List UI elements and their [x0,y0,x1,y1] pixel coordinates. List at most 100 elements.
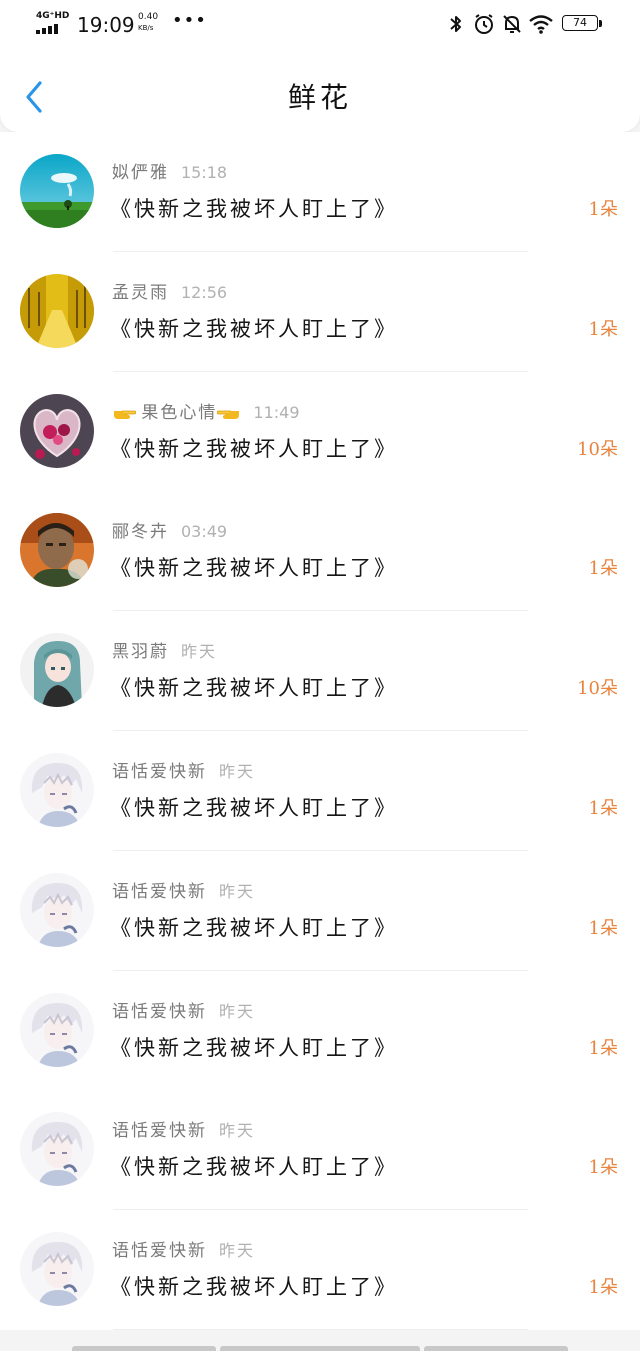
avatar[interactable] [20,393,94,468]
avatar[interactable] [20,154,94,228]
avatar-image [20,1232,94,1307]
avatar[interactable] [20,872,94,947]
flower-count: 1朵 [588,798,618,819]
alarm-clock-icon [475,14,493,34]
network-type-label: 4G⁺HD [36,11,70,21]
sender-meta: 语恬爱快新 昨天 [112,881,255,905]
signal-bars-icon [36,24,58,34]
sent-time: 昨天 [219,762,256,781]
sent-time: 昨天 [219,881,256,901]
battery-cap [599,20,602,27]
sender-name: 语恬爱快新 [112,1121,207,1142]
avatar[interactable] [20,1112,94,1187]
book-title: 《快新之我被坏人盯上了》 [110,1275,398,1300]
sent-time: 12:56 [181,282,228,302]
list-item[interactable]: 郦冬卉 03:49 《快新之我被坏人盯上了》 1朵 [0,491,640,612]
avatar-image [20,992,94,1067]
flower-count: 10朵 [577,438,618,460]
flower-count: 1朵 [588,1037,618,1059]
list-item[interactable]: 语恬爱快新 昨天 《快新之我被坏人盯上了》 1朵 [0,970,640,1091]
avatar-image [20,154,94,228]
sender-name: 语恬爱快新 [112,881,207,902]
sent-time: 昨天 [181,642,218,662]
wifi-icon [529,15,553,34]
avatar-image [20,1112,94,1187]
sender-meta: 郦冬卉 03:49 [112,521,227,545]
network-speed: 0.40 KB/s [138,12,168,34]
row-divider [113,1329,528,1331]
page-title: 鲜花 [287,81,352,114]
sender-meta: 黑羽蔚 昨天 [112,641,217,665]
flower-record-list: 姒俨雅 15:18 《快新之我被坏人盯上了》 1朵 孟灵雨 12:56 《快新之我被坏人盯上… [0,132,640,1351]
avatar[interactable] [20,513,94,588]
avatar[interactable] [20,1232,94,1307]
pointing-hand-emoji [217,403,241,423]
sent-time: 03:49 [181,522,228,542]
avatar-image [20,393,94,468]
flower-count: 10朵 [577,678,618,700]
list-item[interactable]: 语恬爱快新 昨天《快新之我被坏人盯上了》 1朵 [0,731,640,851]
sent-time: 15:18 [181,163,228,182]
sender-meta: 姒俨雅 15:18 [112,162,227,186]
network-speed-value: 0.40 [138,12,159,22]
list-item[interactable]: 黑羽蔚 昨天《快新之我被坏人盯上了》 10朵 [0,611,640,732]
flower-count: 1朵 [588,1277,618,1299]
home-indicator-center [220,1346,420,1351]
sent-time: 昨天 [219,1001,256,1021]
book-title: 《快新之我被坏人盯上了》 [110,556,398,581]
avatar[interactable] [20,633,94,708]
sender-name: 语恬爱快新 [112,1241,207,1262]
sender-meta: 语恬爱快新 昨天 [112,1240,255,1264]
avatar[interactable] [20,273,94,348]
avatar[interactable] [20,753,94,827]
book-title: 《快新之我被坏人盯上了》 [110,676,398,701]
sender-meta: 孟灵雨 12:56 [112,282,227,306]
book-title: 《快新之我被坏人盯上了》 [110,197,398,221]
bell-muted-icon [503,15,521,33]
list-item[interactable]: 姒俨雅 15:18 《快新之我被坏人盯上了》 1朵 [0,132,640,252]
book-title: 《快新之我被坏人盯上了》 [110,436,398,461]
network-speed-unit: KB/s [138,24,154,32]
book-title: 《快新之我被坏人盯上了》 [110,1155,398,1180]
book-title: 《快新之我被坏人盯上了》 [110,796,398,820]
sender-name: 姒俨雅 [112,163,169,183]
status-bar: 4G⁺HD 19:09 0.40 KB/s ••• 74 [0,0,640,50]
avatar-image [20,633,94,708]
avatar[interactable] [20,992,94,1067]
battery-icon: 74 [562,15,602,33]
sender-name: 语恬爱快新 [112,1001,207,1022]
book-title: 《快新之我被坏人盯上了》 [110,915,398,940]
avatar-image [20,513,94,588]
sender-name: 语恬爱快新 [112,762,207,782]
flower-count: 1朵 [588,1157,618,1179]
list-item[interactable]: 果色心情 11:49 《快新之我被坏人盯上了》 10朵 [0,371,640,492]
sender-name: 郦冬卉 [112,522,169,543]
top-bar: 4G⁺HD 19:09 0.40 KB/s ••• 74 鲜花 [0,0,640,132]
sent-time: 11:49 [253,402,300,422]
sent-time: 昨天 [219,1241,256,1261]
home-indicator-right [424,1346,568,1351]
sender-meta: 语恬爱快新 昨天 [112,1001,255,1025]
cellular-signal-icon: 4G⁺HD [36,11,72,37]
home-indicator-left [72,1346,216,1351]
more-notifications-icon: ••• [172,10,207,31]
avatar-image [20,273,94,348]
sender-name: 孟灵雨 [112,282,169,303]
bluetooth-icon [450,16,461,32]
flower-count: 1朵 [588,318,618,340]
list-item[interactable]: 语恬爱快新 昨天《快新之我被坏人盯上了》 1朵 [0,1090,640,1211]
sender-name: 果色心情 [141,402,218,423]
sent-time: 昨天 [219,1121,256,1141]
status-time: 19:09 [77,13,135,37]
book-title: 《快新之我被坏人盯上了》 [110,316,398,341]
flower-count: 1朵 [588,917,618,939]
sender-meta: 语恬爱快新 昨天 [112,1120,255,1144]
list-item[interactable]: 语恬爱快新 昨天《快新之我被坏人盯上了》 1朵 [0,1210,640,1331]
list-item[interactable]: 孟灵雨 12:56 《快新之我被坏人盯上了》 1朵 [0,251,640,372]
pointing-hand-emoji [112,403,136,423]
sender-meta: 果色心情 11:49 [112,402,300,426]
flower-count: 1朵 [588,558,618,580]
list-item[interactable]: 语恬爱快新 昨天《快新之我被坏人盯上了》 1朵 [0,850,640,971]
battery-level: 74 [573,16,587,29]
flower-count: 1朵 [588,199,618,220]
